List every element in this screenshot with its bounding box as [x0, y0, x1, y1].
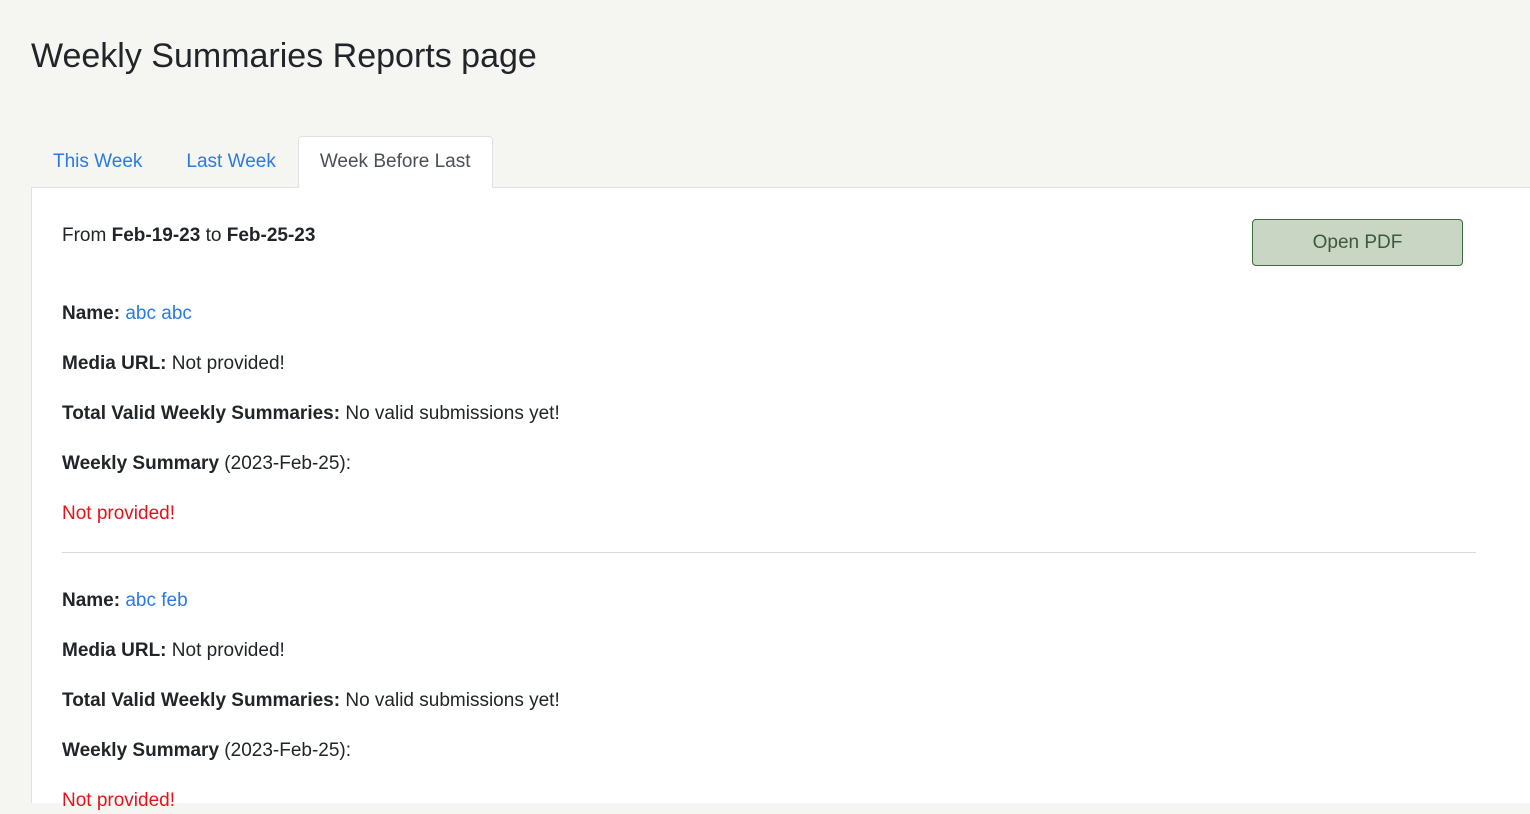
entry-2-summary-row: Weekly Summary (2023-Feb-25):: [62, 738, 351, 764]
total-valid-label: Total Valid Weekly Summaries:: [62, 690, 341, 711]
open-pdf-button[interactable]: Open PDF: [1252, 219, 1463, 266]
media-url-label: Media URL:: [62, 640, 167, 661]
entry-1-summary-row: Weekly Summary (2023-Feb-25):: [62, 451, 351, 477]
from-date: Feb-19-23: [111, 225, 201, 246]
date-range: From Feb-19-23 to Feb-25-23: [62, 223, 315, 249]
total-valid-label: Total Valid Weekly Summaries:: [62, 403, 341, 424]
weekly-summary-label: Weekly Summary: [62, 740, 220, 761]
entry-1-summary-text: Not provided!: [62, 503, 176, 524]
weekly-summary-label: Weekly Summary: [62, 453, 220, 474]
entry-1-total-value: No valid submissions yet!: [345, 403, 560, 424]
to-date: Feb-25-23: [226, 225, 316, 246]
entry-divider: [62, 552, 1476, 553]
entry-2-name-link[interactable]: abc feb: [125, 590, 187, 611]
entry-1-media-row: Media URL: Not provided!: [62, 351, 285, 377]
from-word: From: [62, 225, 107, 246]
entry-2-media-row: Media URL: Not provided!: [62, 638, 285, 664]
week-tabs: This Week Last Week Week Before Last: [31, 136, 493, 188]
name-label: Name:: [62, 590, 121, 611]
entry-2-total-row: Total Valid Weekly Summaries: No valid s…: [62, 688, 560, 714]
entry-1-summary-date: (2023-Feb-25):: [224, 453, 352, 474]
entry-2-summary-date: (2023-Feb-25):: [224, 740, 352, 761]
entry-1-name-link[interactable]: abc abc: [125, 303, 192, 324]
entry-1-name-row: Name: abc abc: [62, 301, 192, 327]
name-label: Name:: [62, 303, 121, 324]
entry-2-media-value: Not provided!: [171, 640, 285, 661]
report-panel: From Feb-19-23 to Feb-25-23 Open PDF Nam…: [31, 187, 1530, 811]
tab-this-week[interactable]: This Week: [31, 136, 164, 187]
to-word: to: [205, 225, 222, 246]
entry-2-summary-text: Not provided!: [62, 790, 176, 811]
entry-1-media-value: Not provided!: [171, 353, 285, 374]
tab-last-week[interactable]: Last Week: [164, 136, 297, 187]
tab-week-before-last[interactable]: Week Before Last: [297, 136, 493, 188]
entry-2-total-value: No valid submissions yet!: [345, 690, 560, 711]
entry-1-total-row: Total Valid Weekly Summaries: No valid s…: [62, 401, 560, 427]
entry-2-name-row: Name: abc feb: [62, 588, 188, 614]
page-title: Weekly Summaries Reports page: [31, 37, 537, 75]
media-url-label: Media URL:: [62, 353, 167, 374]
